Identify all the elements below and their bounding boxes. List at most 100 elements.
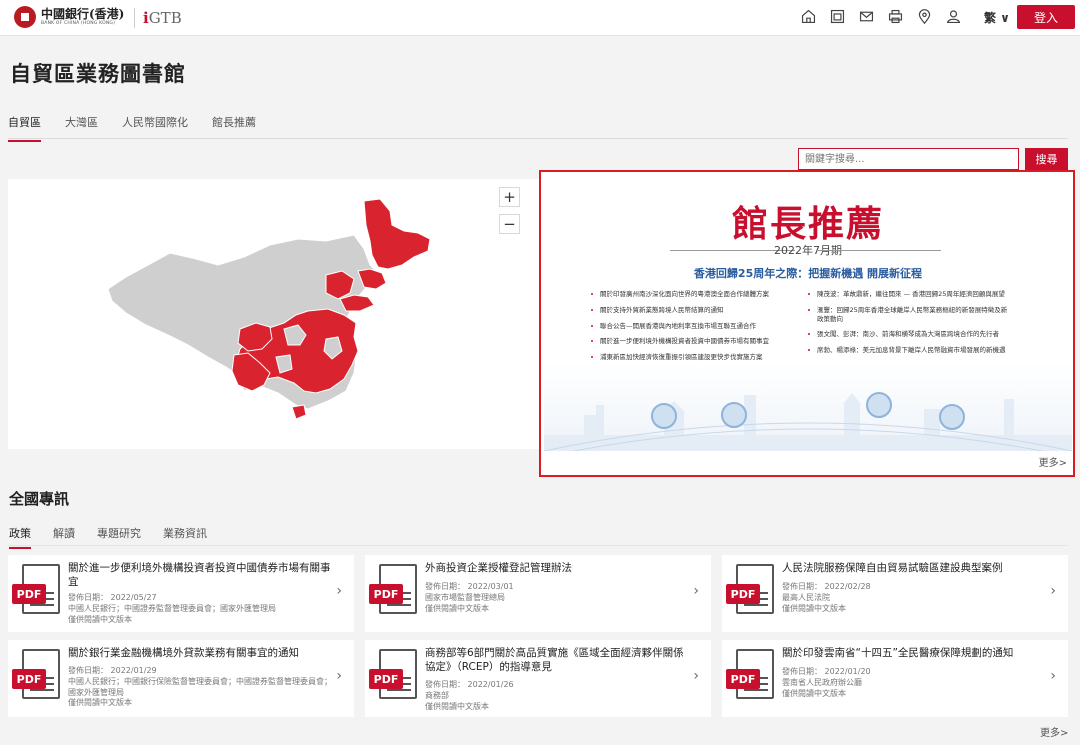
news-card-date: 發佈日期： 2022/01/29 [68, 666, 157, 675]
news-card-meta: 發佈日期： 2022/01/29 中國人民銀行；中國銀行保險監督管理委員會；中國… [68, 666, 334, 709]
shandong-region [339, 294, 375, 312]
calendar-icon[interactable] [829, 8, 846, 25]
news-tabs-divider [8, 545, 1068, 546]
banner-list-item[interactable]: 浦東新區加快經濟恢復重振引領區建設更快步伐實施方案 [591, 353, 796, 362]
banner-divider-right [816, 250, 941, 251]
top-header: 中國銀行(香港) BANK OF CHINA (HONG KONG) iGTB … [0, 0, 1080, 36]
chevron-right-icon[interactable]: › [1050, 668, 1056, 684]
news-card-language-note: 僅供閱讀中文版本 [782, 688, 846, 698]
news-card-date: 發佈日期： 2022/03/01 [425, 582, 514, 591]
news-card-meta: 發佈日期： 2022/02/28 最高人民法院 僅供閱讀中文版本 [782, 582, 1048, 614]
news-card-source: 雲南省人民政府辦公廳 [782, 677, 862, 687]
news-card-title[interactable]: 關於銀行業金融機構境外貸款業務有關事宜的通知 [68, 646, 334, 660]
home-icon[interactable] [800, 8, 817, 25]
keyword-search-input[interactable] [798, 148, 1019, 170]
news-more-link[interactable]: 更多> [1040, 724, 1068, 739]
news-card-date: 發佈日期： 2022/01/20 [782, 667, 871, 676]
news-card-language-note: 僅供閱讀中文版本 [425, 603, 489, 613]
banner-bank-icon [939, 404, 965, 430]
news-card-title[interactable]: 人民法院服務保障自由貿易試驗區建設典型案例 [782, 561, 1048, 575]
map-zoom-in-button[interactable]: + [499, 187, 520, 207]
banner-network-icon [721, 402, 747, 428]
banner-list-item[interactable]: 陳茂波：革故鼎新，繼往開來 — 香港回歸25周年經濟回顧與展望 [808, 290, 1013, 299]
pdf-label: PDF [12, 669, 46, 689]
pdf-document-icon: PDF [12, 649, 60, 705]
news-card[interactable]: PDF 人民法院服務保障自由貿易試驗區建設典型案例 發佈日期： 2022/02/… [722, 555, 1068, 632]
news-card[interactable]: PDF 關於銀行業金融機構境外貸款業務有關事宜的通知 發佈日期： 2022/01… [8, 640, 354, 717]
banner-issue-date: 2022年7月期 [774, 244, 842, 257]
news-card-date: 發佈日期： 2022/05/27 [68, 593, 157, 602]
pdf-label: PDF [369, 584, 403, 604]
banner-list-item[interactable]: 關於進一步便利境外機構投資者投資中國債券市場有關事宜 [591, 337, 796, 346]
print-icon[interactable] [887, 8, 904, 25]
banner-list-item[interactable]: 關於支持外貿新業態跨境人民幣結算的通知 [591, 306, 796, 315]
news-card-source: 最高人民法院 [782, 592, 830, 602]
igtb-logo[interactable]: iGTB [143, 9, 182, 27]
news-card-meta: 發佈日期： 2022/01/26 商務部 僅供閱讀中文版本 [425, 680, 691, 712]
banner-subtitle: 香港回歸25周年之際：把握新機遇 開展新征程 [693, 267, 923, 280]
chevron-right-icon[interactable]: › [336, 668, 342, 684]
search-button[interactable]: 搜尋 [1025, 148, 1068, 170]
news-card-source: 中國人民銀行；中國證券監督管理委員會；國家外匯管理局 [68, 603, 276, 613]
news-card-language-note: 僅供閱讀中文版本 [425, 701, 489, 711]
chevron-right-icon[interactable]: › [336, 583, 342, 599]
pdf-document-icon: PDF [369, 649, 417, 705]
login-button[interactable]: 登入 [1017, 5, 1075, 29]
banner-list-item[interactable]: 滙豐：回歸25周年香港全球離岸人民幣業務樞紐的新發展特徵及新政策動向 [808, 306, 1013, 324]
news-card-source: 商務部 [425, 690, 449, 700]
pdf-label: PDF [12, 584, 46, 604]
chevron-right-icon[interactable]: › [1050, 583, 1056, 599]
banner-list-item[interactable]: 張文闖、彭湃：南沙、前海和横琴成為大灣區跨境合作的先行者 [808, 330, 1013, 339]
chevron-right-icon[interactable]: › [693, 668, 699, 684]
pdf-label: PDF [726, 584, 760, 604]
boc-logo[interactable]: 中國銀行(香港) BANK OF CHINA (HONG KONG) [14, 6, 124, 28]
banner-skyline-graphic [544, 393, 1072, 451]
pdf-document-icon: PDF [726, 564, 774, 620]
national-news-heading: 全國專訊 [9, 490, 70, 508]
boc-logo-chinese: 中國銀行(香港) [41, 6, 125, 21]
language-selector[interactable]: 繁 ∨ [984, 9, 1010, 26]
news-card-language-note: 僅供閱讀中文版本 [68, 614, 132, 624]
location-icon[interactable] [916, 8, 933, 25]
news-card-title[interactable]: 關於印發雲南省“十四五”全民醫療保障規劃的通知 [782, 646, 1048, 660]
banner-list-item[interactable]: 席勃、楊添祿：美元加息背景下離岸人民幣融資市場發展的新機遇 [808, 346, 1013, 355]
banner-left-list: 關於印發廣州南沙深化面向世界的粵港澳全面合作總體方案 關於支持外貿新業態跨境人民… [591, 290, 796, 369]
news-card-language-note: 僅供閱讀中文版本 [68, 698, 132, 708]
banner-list-item[interactable]: 聯合公告—開展香港與內地利率互換市場互聯互通合作 [591, 322, 796, 331]
news-card-source: 國家市場監督管理總局 [425, 592, 505, 602]
news-card-title[interactable]: 外商投資企業授權登記管理辦法 [425, 561, 691, 575]
banner-book-icon [866, 392, 892, 418]
chevron-right-icon[interactable]: › [693, 583, 699, 599]
boc-logo-icon [14, 6, 36, 28]
news-card-meta: 發佈日期： 2022/03/01 國家市場監督管理總局 僅供閱讀中文版本 [425, 582, 691, 614]
banner-title: 館長推薦 [731, 203, 884, 245]
news-card[interactable]: PDF 關於進一步便利境外機構投資者投資中國債券市場有關事宜 發佈日期： 202… [8, 555, 354, 632]
china-map-graphic[interactable] [8, 179, 539, 449]
news-card[interactable]: PDF 商務部等6部門關於高品質實施《區域全面經濟夥伴關係協定》（RCEP）的指… [365, 640, 711, 717]
hainan-region [291, 404, 307, 420]
china-ftz-map[interactable]: + − [8, 179, 539, 449]
news-card-title[interactable]: 關於進一步便利境外機構投資者投資中國債券市場有關事宜 [68, 561, 334, 589]
pdf-document-icon: PDF [12, 564, 60, 620]
pdf-label: PDF [369, 669, 403, 689]
tabs-divider [8, 138, 1068, 139]
news-card-date: 發佈日期： 2022/02/28 [782, 582, 871, 591]
banner-globe-icon [651, 403, 677, 429]
curator-picks-banner[interactable]: 館長推薦 2022年7月期 香港回歸25周年之際：把握新機遇 開展新征程 關於印… [539, 170, 1075, 477]
northeast-region [363, 198, 431, 270]
pdf-label: PDF [726, 669, 760, 689]
news-card[interactable]: PDF 外商投資企業授權登記管理辦法 發佈日期： 2022/03/01 國家市場… [365, 555, 711, 632]
banner-more-link[interactable]: 更多> [1039, 454, 1067, 469]
logo-divider [134, 8, 135, 28]
news-card[interactable]: PDF 關於印發雲南省“十四五”全民醫療保障規劃的通知 發佈日期： 2022/0… [722, 640, 1068, 717]
pdf-document-icon: PDF [369, 564, 417, 620]
banner-list-item[interactable]: 關於印發廣州南沙深化面向世界的粵港澳全面合作總體方案 [591, 290, 796, 299]
news-card-meta: 發佈日期： 2022/01/20 雲南省人民政府辦公廳 僅供閱讀中文版本 [782, 667, 1048, 699]
news-card-meta: 發佈日期： 2022/05/27 中國人民銀行；中國證券監督管理委員會；國家外匯… [68, 593, 334, 625]
map-zoom-out-button[interactable]: − [499, 214, 520, 234]
user-icon[interactable] [945, 8, 962, 25]
news-card-title[interactable]: 商務部等6部門關於高品質實施《區域全面經濟夥伴關係協定》（RCEP）的指導意見 [425, 646, 691, 674]
mail-icon[interactable] [858, 8, 875, 25]
curator-banner-image[interactable]: 館長推薦 2022年7月期 香港回歸25周年之際：把握新機遇 開展新征程 關於印… [544, 175, 1072, 451]
page-title: 自貿區業務圖書館 [10, 62, 186, 86]
